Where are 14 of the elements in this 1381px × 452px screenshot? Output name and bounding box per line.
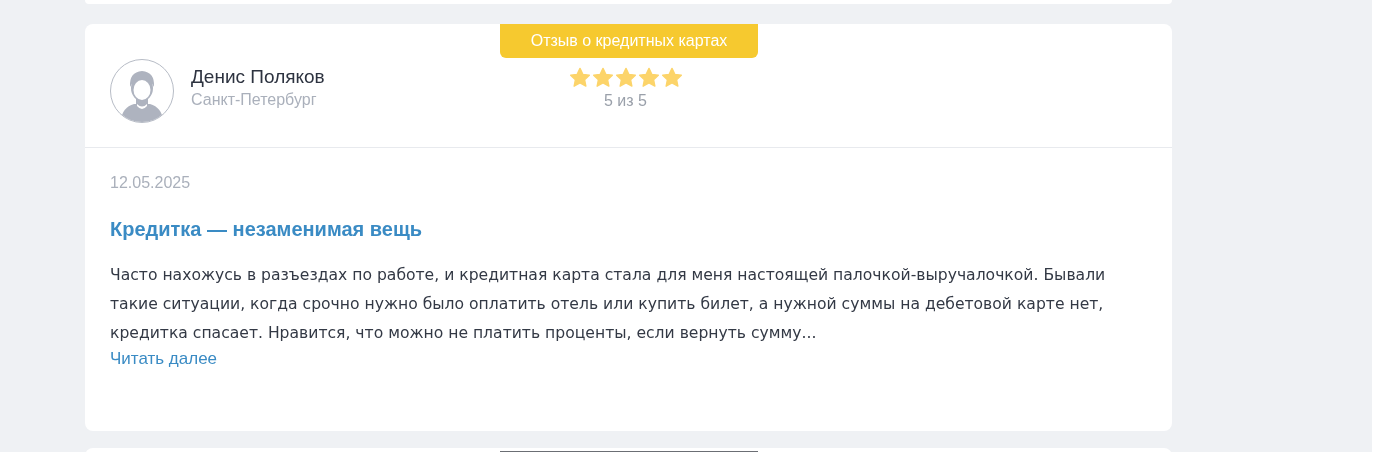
- review-title: Кредитка — незаменимая вещь: [110, 217, 424, 242]
- category-badge: Отзыв о кредитных картах: [500, 24, 758, 58]
- star-icon: [614, 67, 637, 89]
- review-text: Часто нахожусь в разъездах по работе, и кредитная карта стала для меня настоящей палочкой-выручалочкой. Бывали такие ситуации, когда срочно нужно было оплатить отель или купить билет, а нужной суммы на дебетовой карте нет, кредитка спасает. Нравится, что можно не платить проценты, если вернуть сумму...: [110, 265, 1107, 344]
- star-icon: [568, 67, 591, 89]
- star-icon: [591, 67, 614, 89]
- read-more-link[interactable]: Читать далее: [110, 348, 218, 370]
- author-city: Санкт-Петербург: [191, 89, 318, 110]
- star-icon: [637, 67, 660, 89]
- rating-text: 5 из 5: [604, 92, 647, 110]
- avatar-icon: [110, 58, 174, 123]
- review-date: 12.05.2025: [110, 173, 192, 193]
- author-name: Денис Поляков: [191, 64, 326, 89]
- star-icon: [660, 67, 683, 89]
